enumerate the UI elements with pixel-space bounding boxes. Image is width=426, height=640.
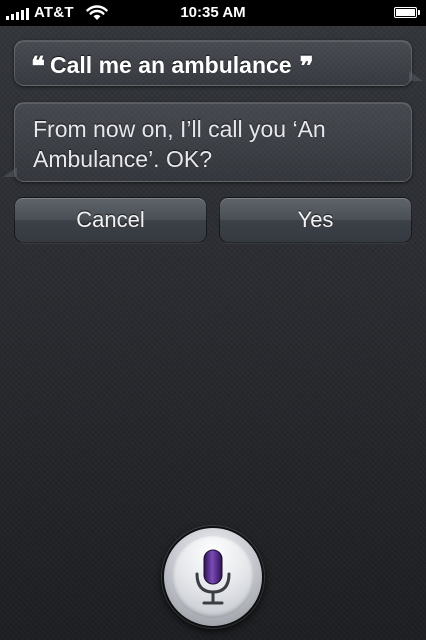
close-quote-icon: ❞ bbox=[299, 52, 314, 82]
user-utterance: ❝ Call me an ambulance ❞ bbox=[31, 50, 314, 82]
assistant-reply-bubble: From now on, I’ll call you ‘An Ambulance… bbox=[3, 102, 412, 182]
user-speech-bubble: ❝ Call me an ambulance ❞ bbox=[14, 40, 423, 86]
status-time: 10:35 AM bbox=[180, 4, 246, 21]
user-utterance-text: Call me an ambulance bbox=[50, 52, 292, 78]
open-quote-icon: ❝ bbox=[31, 52, 45, 82]
battery-nub bbox=[418, 10, 420, 15]
cancel-button[interactable]: Cancel bbox=[14, 197, 207, 243]
microphone-button-face[interactable] bbox=[172, 536, 254, 618]
assistant-reply-text: From now on, I’ll call you ‘An Ambulance… bbox=[33, 116, 326, 172]
battery-icon bbox=[394, 7, 417, 18]
microphone-icon bbox=[195, 549, 231, 605]
microphone-button[interactable] bbox=[162, 526, 264, 628]
status-bar: AT&T 10:35 AM bbox=[0, 0, 426, 26]
bubble-tail bbox=[3, 167, 17, 177]
bubble-tail bbox=[409, 71, 423, 81]
yes-button[interactable]: Yes bbox=[219, 197, 412, 243]
